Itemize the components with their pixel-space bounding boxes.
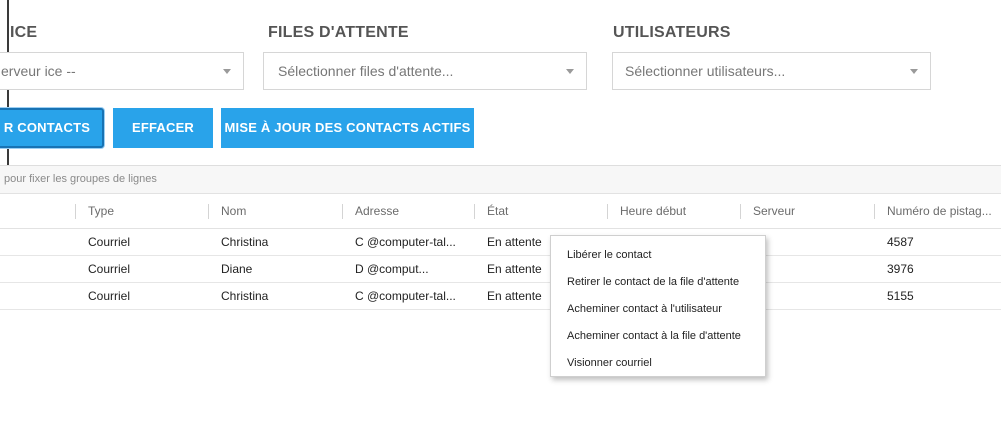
menu-item-remove-from-queue[interactable]: Retirer le contact de la file d'attente [567, 274, 739, 290]
update-active-contacts-button[interactable]: MISE À JOUR DES CONTACTS ACTIFS [221, 108, 474, 148]
users-select[interactable]: Sélectionner utilisateurs... [612, 52, 931, 90]
cell-tracking-number: 3976 [887, 262, 914, 276]
queues-select-placeholder: Sélectionner files d'attente... [278, 63, 454, 79]
column-separator[interactable] [474, 204, 475, 219]
service-select[interactable]: erveur ice -- [0, 52, 244, 90]
column-header-state[interactable]: État [487, 194, 508, 228]
menu-item-view-email[interactable]: Visionner courriel [567, 355, 652, 371]
row-context-menu: Libérer le contact Retirer le contact de… [550, 235, 766, 377]
menu-item-route-to-queue[interactable]: Acheminer contact à la file d'attente [567, 328, 741, 344]
cell-state: En attente [487, 262, 542, 276]
cell-state: En attente [487, 289, 542, 303]
chevron-down-icon[interactable] [223, 69, 231, 74]
table-row[interactable]: Courriel Christina C @computer-tal... En… [0, 283, 1001, 310]
cell-tracking-number: 4587 [887, 235, 914, 249]
queues-filter-label: FILES D'ATTENTE [268, 24, 409, 41]
column-separator[interactable] [75, 204, 76, 219]
cell-name: Christina [221, 289, 269, 303]
grid-body: Courriel Christina C @computer-tal... En… [0, 229, 1001, 423]
column-separator[interactable] [740, 204, 741, 219]
column-header-type[interactable]: Type [88, 194, 114, 228]
cell-name: Diane [221, 262, 253, 276]
cell-state: En attente [487, 235, 542, 249]
cell-address: C @computer-tal... [355, 289, 456, 303]
column-separator[interactable] [342, 204, 343, 219]
active-contacts-panel: ICE FILES D'ATTENTE UTILISATEURS erveur … [0, 0, 1001, 423]
column-separator[interactable] [874, 204, 875, 219]
show-contacts-button[interactable]: R CONTACTS [0, 108, 104, 148]
table-row[interactable]: Courriel Christina C @computer-tal... En… [0, 229, 1001, 256]
column-separator[interactable] [607, 204, 608, 219]
chevron-down-icon[interactable] [566, 69, 574, 74]
queues-select[interactable]: Sélectionner files d'attente... [263, 52, 587, 90]
service-select-value: erveur ice -- [1, 63, 76, 79]
column-header-server[interactable]: Serveur [753, 194, 795, 228]
service-filter-label: ICE [10, 24, 38, 41]
cell-address: D @comput... [355, 262, 429, 276]
menu-item-release-contact[interactable]: Libérer le contact [567, 247, 651, 263]
cell-type: Courriel [88, 289, 131, 303]
menu-item-route-to-user[interactable]: Acheminer contact à l'utilisateur [567, 301, 722, 317]
group-panel-hint[interactable]: pour fixer les groupes de lignes [0, 166, 1001, 193]
users-filter-label: UTILISATEURS [613, 24, 731, 41]
chevron-down-icon[interactable] [910, 69, 918, 74]
column-header-name[interactable]: Nom [221, 194, 246, 228]
cell-type: Courriel [88, 235, 131, 249]
users-select-placeholder: Sélectionner utilisateurs... [625, 63, 786, 79]
column-header-tracking-number[interactable]: Numéro de pistag... [887, 194, 992, 228]
cell-tracking-number: 5155 [887, 289, 914, 303]
column-header-address[interactable]: Adresse [355, 194, 399, 228]
cell-type: Courriel [88, 262, 131, 276]
column-header-start-time[interactable]: Heure début [620, 194, 686, 228]
grid-header: Type Nom Adresse État Heure début Serveu… [0, 193, 1001, 229]
cell-name: Christina [221, 235, 269, 249]
clear-button[interactable]: EFFACER [113, 108, 213, 148]
cell-address: C @computer-tal... [355, 235, 456, 249]
column-separator[interactable] [208, 204, 209, 219]
table-row[interactable]: Courriel Diane D @comput... En attente 3… [0, 256, 1001, 283]
